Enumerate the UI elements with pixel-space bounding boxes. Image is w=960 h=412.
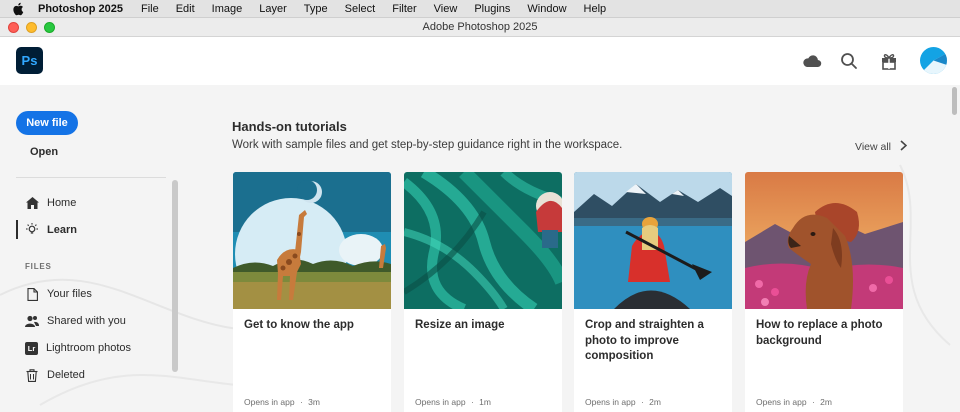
window-title: Adobe Photoshop 2025 [422,21,538,33]
tutorial-thumbnail [233,172,391,309]
apple-icon[interactable] [12,0,28,18]
app-header: Ps [0,37,960,85]
sidebar-item-label: Your files [47,288,92,300]
sidebar-scrollbar[interactable] [172,180,178,372]
sidebar-item-shared[interactable]: Shared with you [16,311,166,331]
tutorial-thumbnail [574,172,732,309]
section-title: Hands-on tutorials [232,119,347,134]
new-file-button[interactable]: New file [16,111,78,135]
section-subtitle: Work with sample files and get step-by-s… [232,139,623,151]
photoshop-logo[interactable]: Ps [16,47,43,74]
menu-select[interactable]: Select [345,3,376,15]
sidebar-item-your-files[interactable]: Your files [16,284,166,304]
menu-image[interactable]: Image [212,3,243,15]
tutorial-card-get-to-know[interactable]: Get to know the app Opens in app · 3m [233,172,391,412]
gift-icon[interactable] [879,51,899,71]
menu-help[interactable]: Help [584,3,607,15]
open-button[interactable]: Open [30,146,58,158]
sidebar-divider [16,177,166,178]
tutorial-card-crop[interactable]: Crop and straighten a photo to improve c… [574,172,732,412]
chevron-right-icon [900,140,908,154]
tutorial-title: How to replace a photo background [756,319,883,347]
sidebar-item-label: Lightroom photos [46,342,131,354]
view-all-link[interactable]: View all [855,140,908,154]
menu-edit[interactable]: Edit [176,3,195,15]
view-all-label: View all [855,141,891,153]
sidebar-item-label: Deleted [47,369,85,381]
sidebar-item-label: Learn [47,224,77,236]
trash-icon [25,368,39,382]
sidebar-item-learn[interactable]: Learn [16,220,166,240]
tutorial-meta: Opens in app · 2m [585,397,661,407]
tutorial-meta: Opens in app · 2m [756,397,832,407]
home-icon [25,196,39,210]
main-scrollbar[interactable] [952,87,957,115]
tutorial-meta: Opens in app · 1m [415,397,491,407]
menu-app-name[interactable]: Photoshop 2025 [38,3,123,15]
search-icon[interactable] [839,51,859,71]
sidebar-item-label: Home [47,197,77,209]
file-icon [25,287,39,301]
menu-layer[interactable]: Layer [259,3,287,15]
avatar[interactable] [920,47,947,74]
menu-view[interactable]: View [434,3,458,15]
home-content: New file Open Home Learn FILES Your file… [0,85,960,412]
sidebar-item-label: Shared with you [47,315,126,327]
sidebar-item-lightroom[interactable]: Lr Lightroom photos [16,338,166,358]
menu-window[interactable]: Window [527,3,566,15]
sidebar-item-home[interactable]: Home [16,193,166,213]
shared-users-icon [25,314,39,328]
sidebar-item-deleted[interactable]: Deleted [16,365,166,385]
window-title-bar: Adobe Photoshop 2025 [0,18,960,37]
tutorial-card-resize[interactable]: Resize an image Opens in app · 1m [404,172,562,412]
menu-filter[interactable]: Filter [392,3,416,15]
tutorial-title: Crop and straighten a photo to improve c… [585,319,704,362]
tutorial-thumbnail [745,172,903,309]
tutorial-thumbnail [404,172,562,309]
lightbulb-icon [25,223,39,237]
cloud-icon[interactable] [802,51,822,71]
tutorial-card-replace-background[interactable]: How to replace a photo background Opens … [745,172,903,412]
lightroom-icon: Lr [25,341,38,355]
files-heading: FILES [25,262,52,271]
mac-menu-bar: Photoshop 2025 File Edit Image Layer Typ… [0,0,960,18]
tutorial-title: Resize an image [415,319,505,331]
menu-file[interactable]: File [141,3,159,15]
menu-type[interactable]: Type [304,3,328,15]
tutorial-title: Get to know the app [244,319,354,331]
tutorial-meta: Opens in app · 3m [244,397,320,407]
menu-plugins[interactable]: Plugins [474,3,510,15]
